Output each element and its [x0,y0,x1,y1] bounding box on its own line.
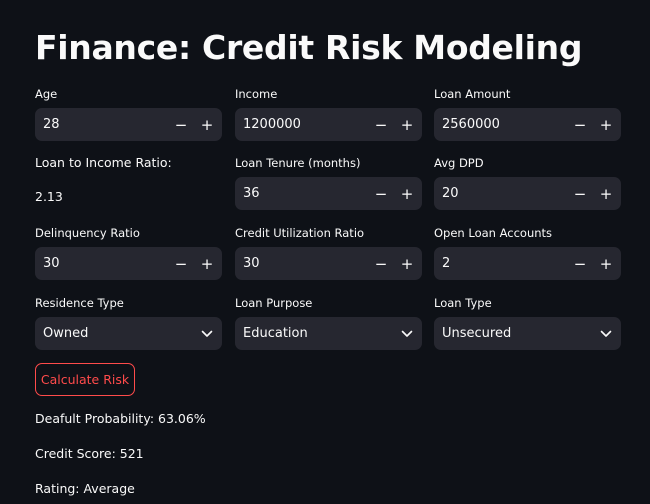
income-input[interactable]: 1200000 [235,117,368,132]
delinquency-input[interactable]: 30 [35,256,168,271]
loan-type-select[interactable]: Unsecured [434,317,621,350]
delinquency-stepper[interactable]: 30 − + [35,247,222,280]
calculate-risk-button[interactable]: Calculate Risk [35,363,135,396]
income-stepper[interactable]: 1200000 − + [235,108,422,141]
loan-type-value: Unsecured [442,326,512,341]
residence-type-label: Residence Type [35,296,124,310]
loan-purpose-value: Education [243,326,308,341]
avg-dpd-label: Avg DPD [434,156,484,170]
loan-purpose-field: Loan Purpose Education [235,295,422,350]
credit-util-stepper[interactable]: 30 − + [235,247,422,280]
loan-amount-label: Loan Amount [434,87,511,101]
open-accounts-field: Open Loan Accounts 2 − + [434,225,621,280]
loan-tenure-stepper[interactable]: 36 − + [235,177,422,210]
age-stepper[interactable]: 28 − + [35,108,222,141]
lti-value: 2.13 [35,189,63,204]
default-probability-text: Deafult Probability: 63.06% [35,411,206,426]
loan-tenure-increment-button[interactable]: + [394,177,420,210]
avg-dpd-decrement-button[interactable]: − [567,177,593,210]
residence-type-select[interactable]: Owned [35,317,222,350]
delinquency-decrement-button[interactable]: − [168,247,194,280]
open-accounts-input[interactable]: 2 [434,256,567,271]
chevron-down-icon [591,317,621,350]
chevron-down-icon [192,317,222,350]
loan-type-label: Loan Type [434,296,492,310]
loan-amount-input[interactable]: 2560000 [434,117,567,132]
age-field: Age 28 − + [35,86,222,141]
loan-amount-stepper[interactable]: 2560000 − + [434,108,621,141]
credit-util-decrement-button[interactable]: − [368,247,394,280]
credit-util-increment-button[interactable]: + [394,247,420,280]
credit-util-field: Credit Utilization Ratio 30 − + [235,225,422,280]
delinquency-label: Delinquency Ratio [35,226,140,240]
avg-dpd-field: Avg DPD 20 − + [434,155,621,210]
page-title: Finance: Credit Risk Modeling [35,28,583,67]
age-label: Age [35,87,58,101]
rating-text: Rating: Average [35,481,135,496]
avg-dpd-input[interactable]: 20 [434,186,567,201]
loan-tenure-label: Loan Tenure (months) [235,156,361,170]
loan-tenure-field: Loan Tenure (months) 36 − + [235,155,422,210]
age-input[interactable]: 28 [35,117,168,132]
lti-display: Loan to Income Ratio: 2.13 [35,155,222,204]
loan-type-field: Loan Type Unsecured [434,295,621,350]
delinquency-field: Delinquency Ratio 30 − + [35,225,222,280]
income-label: Income [235,87,278,101]
open-accounts-decrement-button[interactable]: − [567,247,593,280]
income-decrement-button[interactable]: − [368,108,394,141]
residence-type-value: Owned [43,326,89,341]
avg-dpd-increment-button[interactable]: + [593,177,619,210]
open-accounts-label: Open Loan Accounts [434,226,553,240]
chevron-down-icon [392,317,422,350]
residence-type-field: Residence Type Owned [35,295,222,350]
age-decrement-button[interactable]: − [168,108,194,141]
loan-tenure-input[interactable]: 36 [235,186,368,201]
credit-util-input[interactable]: 30 [235,256,368,271]
delinquency-increment-button[interactable]: + [194,247,220,280]
loan-amount-increment-button[interactable]: + [593,108,619,141]
credit-score-text: Credit Score: 521 [35,446,144,461]
open-accounts-stepper[interactable]: 2 − + [434,247,621,280]
income-increment-button[interactable]: + [394,108,420,141]
age-increment-button[interactable]: + [194,108,220,141]
loan-amount-field: Loan Amount 2560000 − + [434,86,621,141]
income-field: Income 1200000 − + [235,86,422,141]
loan-purpose-label: Loan Purpose [235,296,313,310]
loan-amount-decrement-button[interactable]: − [567,108,593,141]
avg-dpd-stepper[interactable]: 20 − + [434,177,621,210]
lti-label: Loan to Income Ratio: [35,155,172,170]
credit-util-label: Credit Utilization Ratio [235,226,365,240]
loan-purpose-select[interactable]: Education [235,317,422,350]
open-accounts-increment-button[interactable]: + [593,247,619,280]
loan-tenure-decrement-button[interactable]: − [368,177,394,210]
